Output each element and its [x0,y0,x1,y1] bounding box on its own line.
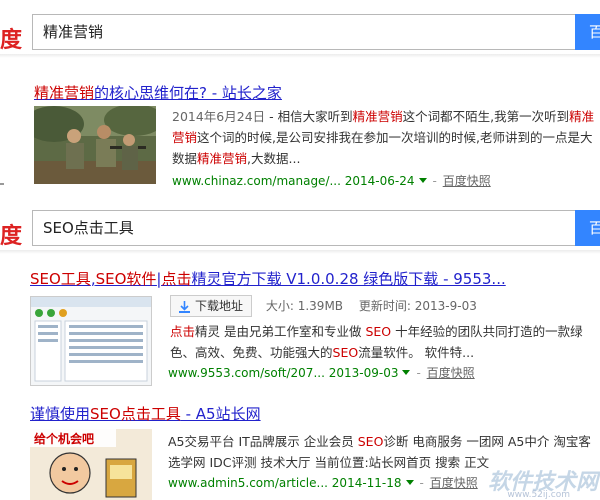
search-button-1[interactable]: 百度一下 [575,14,600,50]
search-bar-1: 度 精准营销 百度一下 [0,14,600,58]
result-title-1[interactable]: 精准营销的核心思维何在? - 站长之家 [34,82,600,103]
result-body-2: 下载地址 大小: 1.39MB 更新时间: 2013-9-03 点击精灵 是由兄… [168,294,595,383]
soldiers-photo-image [34,106,156,184]
search-input-1[interactable]: 精准营销 [32,14,577,50]
left-edge-mark [0,183,4,185]
result-title-link[interactable]: SEO工具,SEO软件|点击精灵官方下载 V1.0.0.28 绿色版下载 - 9… [30,270,506,288]
result-url[interactable]: www.9553.com/soft/207... [168,366,325,380]
result-thumbnail-2[interactable] [30,296,152,386]
result-url[interactable]: www.admin5.com/article... [168,476,328,490]
baidu-logo-fragment[interactable]: 度 [0,22,22,54]
result-url[interactable]: www.chinaz.com/manage/... [172,174,341,188]
search-button-2[interactable]: 百度一下 [575,210,600,246]
result-thumbnail-1[interactable] [34,106,156,184]
cache-link[interactable]: 百度快照 [430,476,478,490]
cache-link[interactable]: 百度快照 [427,366,475,380]
cartoon-caption: 给个机会吧 [34,432,95,446]
result-meta-1: www.chinaz.com/manage/... 2014-06-24- 百度… [172,174,491,188]
result-meta-2: www.9553.com/soft/207... 2013-09-03- 百度快… [168,366,475,380]
chevron-down-icon[interactable] [405,480,414,485]
result-thumbnail-3[interactable]: 给个机会吧 [30,429,152,500]
download-button[interactable]: 下载地址 [170,295,253,317]
result-date: 2014-11-18 [331,476,402,490]
result-body-1: 2014年6月24日 - 相信大家听到精准营销这个词都不陌生,我第一次听到精准营… [172,106,597,191]
result-date: 2013-09-03 [328,366,399,380]
baidu-logo-fragment[interactable]: 度 [0,218,22,250]
chevron-down-icon[interactable] [418,178,427,183]
download-icon [179,300,190,313]
search-input-2[interactable]: SEO点击工具 [32,210,577,246]
search-bar-2: 度 SEO点击工具 百度一下 [0,210,600,254]
site-watermark-url: www.52ij.com [507,490,570,500]
result-date: 2014-06-24 [344,174,415,188]
result-title-link[interactable]: 精准营销的核心思维何在? - 站长之家 [34,84,282,102]
result-title-3[interactable]: 谨慎使用SEO点击工具 - A5站长网 [30,403,596,424]
result-title-link[interactable]: 谨慎使用SEO点击工具 - A5站长网 [30,405,261,423]
search-bar-divider [0,54,600,58]
result-title-2[interactable]: SEO工具,SEO软件|点击精灵官方下载 V1.0.0.28 绿色版下载 - 9… [30,268,596,289]
software-screenshot-image [31,297,151,385]
result-snippet-2: 点击精灵 是由兄弟工作室和专业做 SEO 十年经验的团队共同打造的一款绿色、高效… [170,324,583,360]
result-snippet-1: 2014年6月24日 - 相信大家听到精准营销这个词都不陌生,我第一次听到精准营… [172,109,595,166]
cache-link[interactable]: 百度快照 [443,174,491,188]
search-bar-divider [0,250,600,254]
download-row: 下载地址 大小: 1.39MB 更新时间: 2013-9-03 [170,294,595,318]
chevron-down-icon[interactable] [402,370,411,375]
